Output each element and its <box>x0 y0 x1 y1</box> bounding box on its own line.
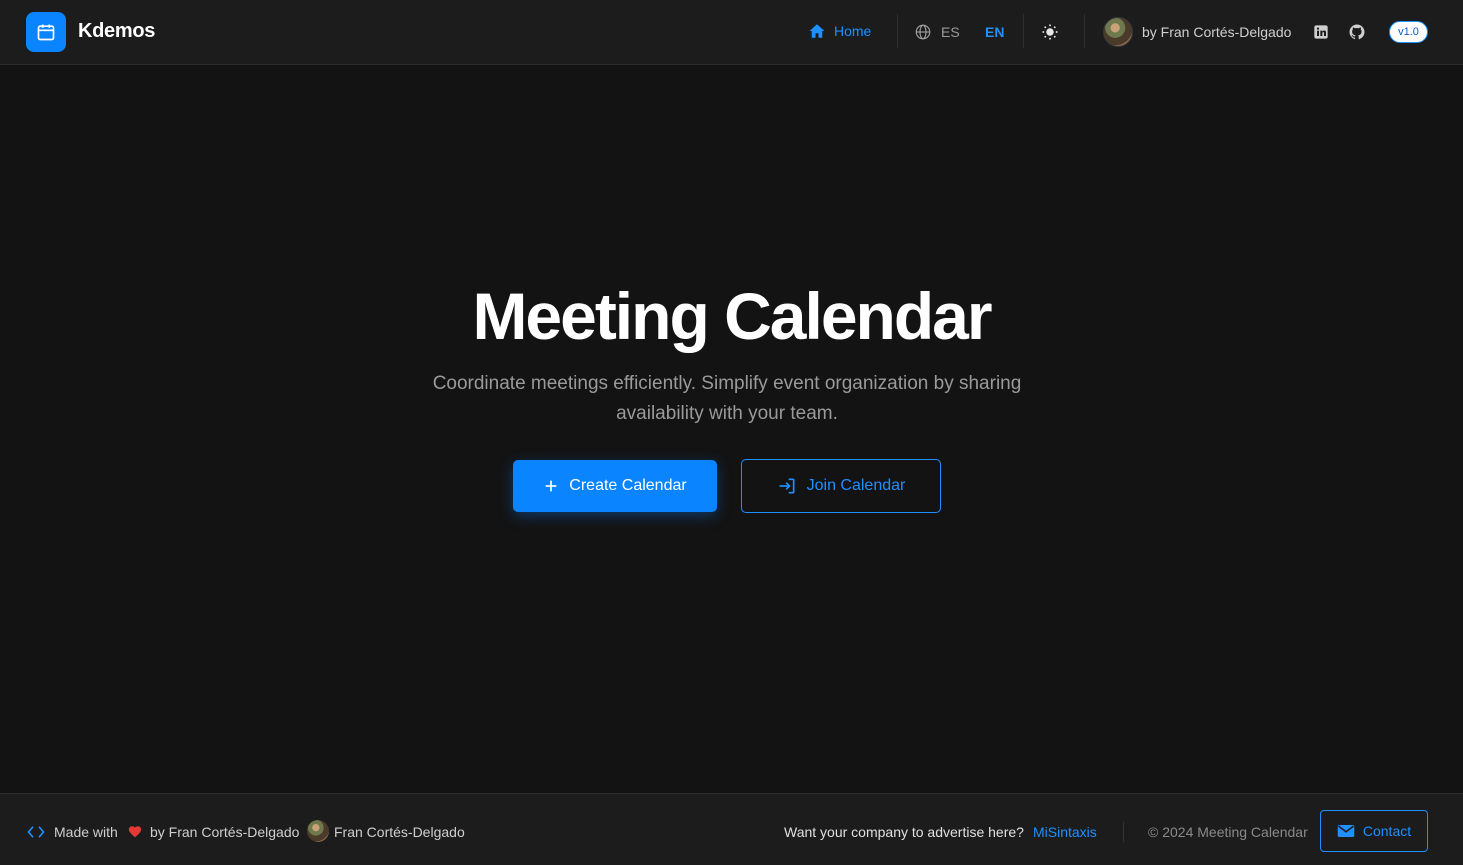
logo[interactable] <box>26 12 66 52</box>
login-icon <box>779 478 795 494</box>
version-badge: v1.0 <box>1389 21 1428 43</box>
made-with-text: Made with <box>54 824 118 840</box>
create-calendar-button[interactable]: Create Calendar <box>513 460 717 512</box>
globe-icon <box>915 24 931 40</box>
advertise-link[interactable]: MiSintaxis <box>1033 824 1097 840</box>
home-icon <box>809 24 825 38</box>
divider <box>1084 14 1085 48</box>
divider <box>1123 822 1124 842</box>
copyright-text: © 2024 Meeting Calendar <box>1148 824 1308 840</box>
contact-label: Contact <box>1362 823 1412 839</box>
create-calendar-label: Create Calendar <box>569 477 687 494</box>
contact-button[interactable]: Contact <box>1320 810 1428 852</box>
sun-icon[interactable] <box>1040 22 1060 42</box>
top-navbar: Kdemos Home ES EN by Fran Cortés-Delgado… <box>0 0 1463 65</box>
github-icon[interactable] <box>1348 23 1366 41</box>
mail-icon <box>1337 825 1355 837</box>
plus-icon <box>545 480 557 492</box>
advertise-text: Want your company to advertise here? <box>784 824 1024 840</box>
heart-icon <box>128 826 142 838</box>
nav-home-label: Home <box>834 23 872 39</box>
calendar-icon <box>37 24 55 41</box>
footer-author-link[interactable]: Fran Cortés-Delgado <box>334 824 465 840</box>
linkedin-icon[interactable] <box>1313 24 1329 40</box>
avatar <box>307 820 329 842</box>
divider <box>1023 14 1024 48</box>
avatar <box>1103 17 1133 47</box>
page-title: Meeting Calendar <box>472 279 992 353</box>
join-calendar-label: Join Calendar <box>806 477 906 494</box>
divider <box>897 14 898 48</box>
join-calendar-button[interactable]: Join Calendar <box>741 459 941 513</box>
footer: Made with by Fran Cortés-Delgado Fran Co… <box>0 793 1463 865</box>
footer-by-author[interactable]: by Fran Cortés-Delgado <box>150 824 299 840</box>
nav-home-link[interactable]: Home <box>808 22 871 40</box>
lang-en-button[interactable]: EN <box>985 24 1004 40</box>
brand-name[interactable]: Kdemos <box>78 20 155 43</box>
lang-es-button[interactable]: ES <box>941 24 960 40</box>
author-name: by Fran Cortés-Delgado <box>1142 24 1292 40</box>
author-link[interactable]: by Fran Cortés-Delgado <box>1103 17 1291 47</box>
page-subtitle: Coordinate meetings efficiently. Simplif… <box>432 373 1022 424</box>
code-icon <box>27 826 45 838</box>
